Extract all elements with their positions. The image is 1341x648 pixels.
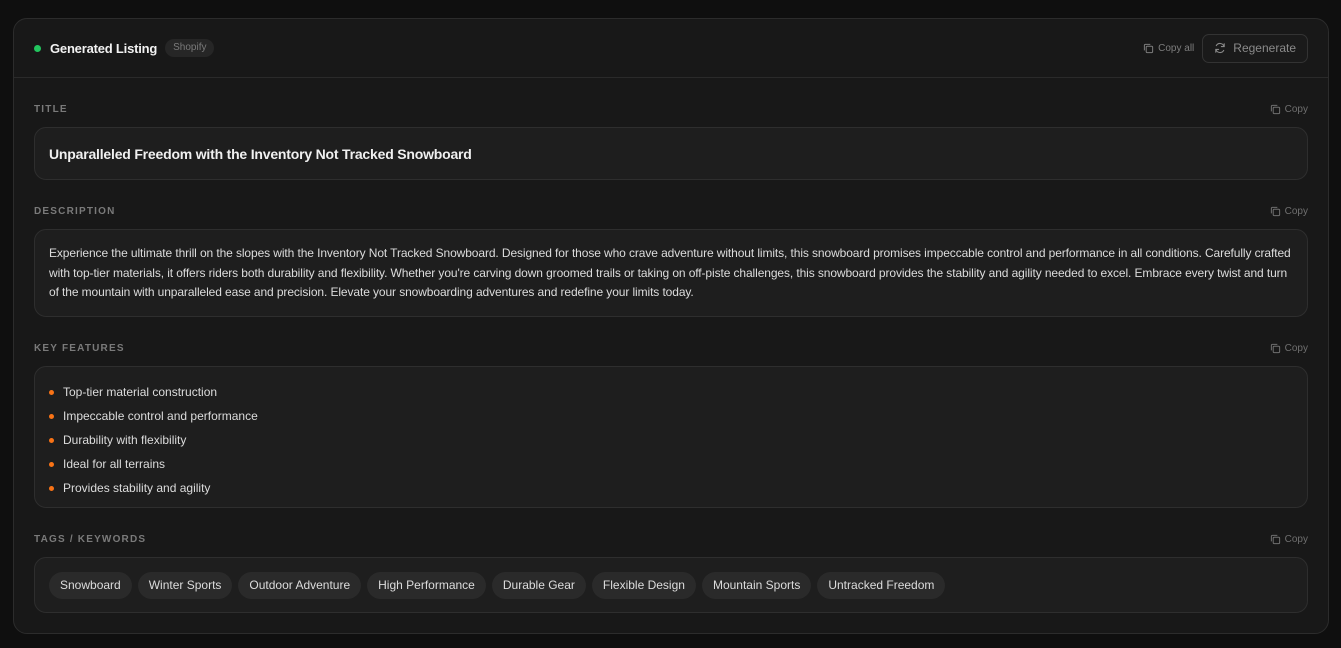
feature-item: Provides stability and agility [49,476,1293,500]
copy-description-button[interactable]: Copy [1270,206,1308,217]
feature-text: Impeccable control and performance [63,409,258,423]
tags-section: TAGS / KEYWORDS Copy Snowboard Winter Sp… [34,531,1308,613]
description-section-head: DESCRIPTION Copy [34,203,1308,219]
listing-description: Experience the ultimate thrill on the sl… [49,246,1291,299]
features-box: Top-tier material construction Impeccabl… [34,366,1308,508]
features-label: KEY FEATURES [34,342,125,354]
copy-icon [1270,206,1281,217]
copy-label: Copy [1284,103,1308,115]
title-box: Unparalleled Freedom with the Inventory … [34,127,1308,180]
title-label: TITLE [34,103,68,115]
tag-chip[interactable]: Mountain Sports [701,571,812,599]
regenerate-label: Regenerate [1233,41,1296,55]
feature-text: Durability with flexibility [63,433,187,447]
bullet-dot [49,413,54,419]
copy-tags-button[interactable]: Copy [1270,534,1308,545]
tags-section-head: TAGS / KEYWORDS Copy [34,531,1308,547]
feature-item: Impeccable control and performance [49,404,1293,428]
tags-box: Snowboard Winter Sports Outdoor Adventur… [34,557,1308,613]
platform-badge: Shopify [165,39,215,57]
tags-label: TAGS / KEYWORDS [34,533,147,545]
bullet-dot [49,437,54,443]
copy-label: Copy [1284,205,1308,217]
header-actions: Copy all Regenerate [1143,33,1308,63]
tag-chip[interactable]: Flexible Design [591,571,696,599]
copy-all-label: Copy all [1158,42,1195,54]
card-header: Generated Listing Shopify Copy all Regen… [14,19,1328,78]
listing-title: Unparalleled Freedom with the Inventory … [49,145,472,162]
copy-title-button[interactable]: Copy [1270,104,1308,115]
tag-chip[interactable]: Untracked Freedom [817,571,946,599]
copy-label: Copy [1284,533,1308,545]
tag-chip[interactable]: Winter Sports [137,571,233,599]
feature-item: Ideal for all terrains [49,452,1293,476]
tag-chip[interactable]: Snowboard [49,571,132,599]
feature-text: Provides stability and agility [63,481,211,495]
regenerate-button[interactable]: Regenerate [1202,33,1308,63]
tag-chip[interactable]: Durable Gear [491,571,586,599]
feature-item: Top-tier material construction [49,380,1293,404]
description-label: DESCRIPTION [34,205,116,217]
feature-text: Ideal for all terrains [63,457,166,471]
refresh-icon [1214,42,1226,54]
description-section: DESCRIPTION Copy Experience the ultimate… [34,203,1308,317]
tag-chip[interactable]: Outdoor Adventure [238,571,362,599]
feature-text: Top-tier material construction [63,385,218,399]
title-section-head: TITLE Copy [34,101,1308,117]
copy-label: Copy [1284,342,1308,354]
bullet-dot [49,389,54,395]
generated-listing-card: Generated Listing Shopify Copy all Regen… [13,18,1329,634]
copy-all-button[interactable]: Copy all [1143,43,1194,54]
features-section: KEY FEATURES Copy Top-tier material cons… [34,340,1308,508]
copy-icon [1270,343,1281,354]
bullet-dot [49,485,54,491]
tag-chip[interactable]: High Performance [367,571,486,599]
copy-features-button[interactable]: Copy [1270,343,1308,354]
title-section: TITLE Copy Unparalleled Freedom with the… [34,101,1308,180]
copy-icon [1143,43,1154,54]
copy-icon [1270,104,1281,115]
copy-icon [1270,534,1281,545]
card-title: Generated Listing [50,40,158,56]
status-dot [34,44,41,52]
description-box: Experience the ultimate thrill on the sl… [34,229,1308,317]
feature-item: Durability with flexibility [49,428,1293,452]
features-section-head: KEY FEATURES Copy [34,340,1308,356]
bullet-dot [49,461,54,467]
